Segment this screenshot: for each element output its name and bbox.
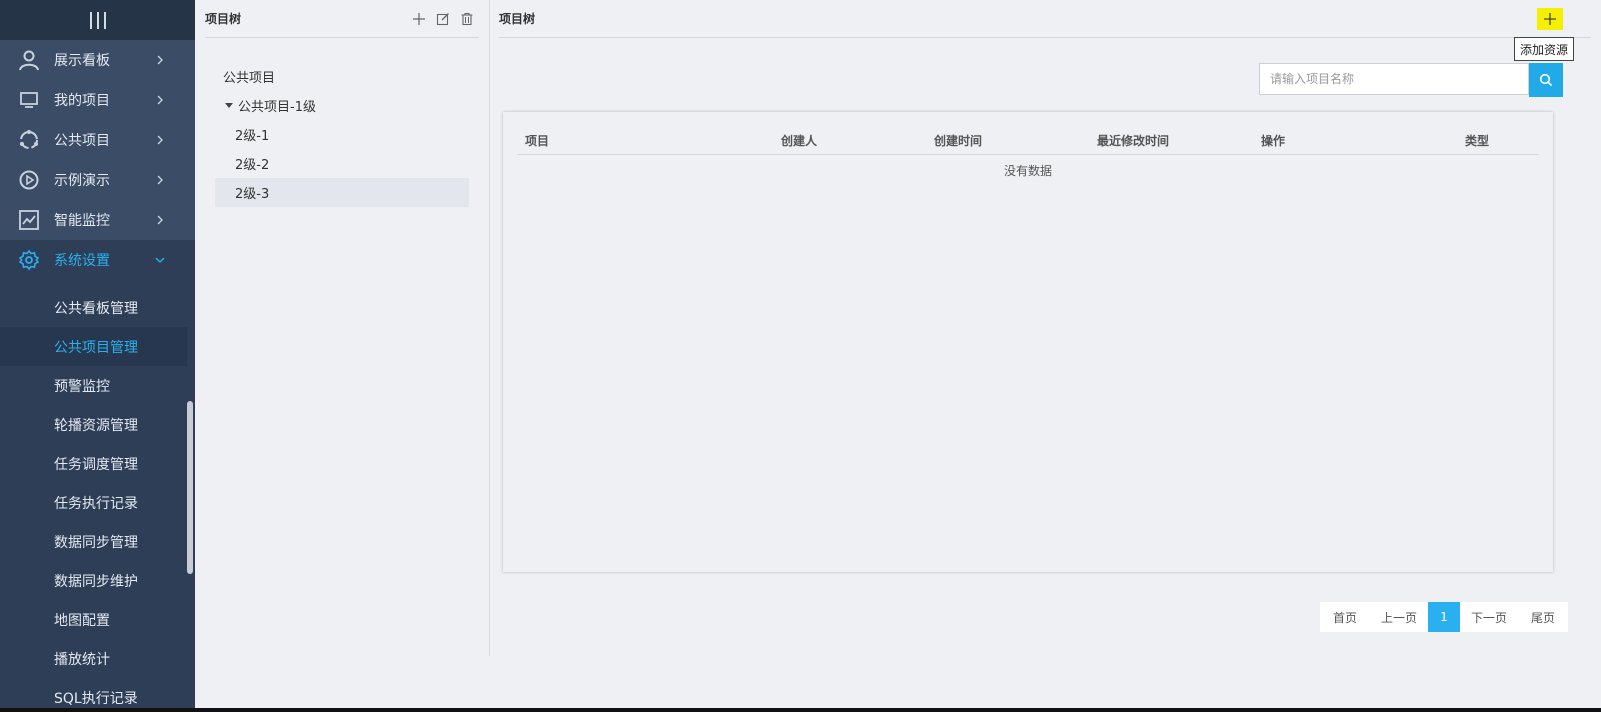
sidebar-item-public-projects[interactable]: 公共项目: [0, 120, 195, 160]
menu-bars-icon: [89, 11, 106, 29]
delete-node-icon[interactable]: [459, 11, 475, 27]
column-header-modified-time[interactable]: 最近修改时间: [1097, 126, 1169, 154]
column-header-created-time[interactable]: 创建时间: [934, 126, 982, 154]
current-page-button[interactable]: 1: [1428, 602, 1460, 632]
column-header-type[interactable]: 类型: [1465, 126, 1489, 154]
first-page-button[interactable]: 首页: [1320, 602, 1370, 632]
line-chart-icon: [16, 207, 42, 233]
search-button[interactable]: [1529, 63, 1563, 97]
submenu-item-active[interactable]: 公共项目管理: [0, 327, 187, 366]
sidebar-item-demos[interactable]: 示例演示: [0, 160, 195, 200]
chevron-right-icon: [152, 92, 168, 108]
next-page-button[interactable]: 下一页: [1460, 602, 1518, 632]
plus-icon: [1544, 13, 1556, 25]
submenu-item[interactable]: 轮播资源管理: [0, 405, 187, 444]
submenu-item[interactable]: 预警监控: [0, 366, 187, 405]
sidebar-item-label: 智能监控: [54, 213, 110, 229]
chevron-right-icon: [152, 132, 168, 148]
tree-node-level1[interactable]: 公共项目-1级: [215, 91, 469, 120]
project-search-input[interactable]: [1259, 63, 1529, 95]
edit-node-icon[interactable]: [435, 11, 451, 27]
tree-node-level2[interactable]: 2级-1: [215, 120, 469, 149]
tree-node-level2[interactable]: 2级-2: [215, 149, 469, 178]
project-table: 项目 创建人 创建时间 最近修改时间 操作 类型 没有数据: [503, 112, 1553, 572]
column-header-actions[interactable]: 操作: [1261, 126, 1285, 154]
column-header-project[interactable]: 项目: [525, 126, 549, 154]
sidebar-item-label: 示例演示: [54, 173, 110, 189]
sidebar-item-system-settings[interactable]: 系统设置: [0, 240, 195, 280]
search-icon: [1539, 73, 1553, 87]
sidebar-item-my-projects[interactable]: 我的项目: [0, 80, 195, 120]
tree-actions: [411, 11, 475, 27]
window-bottom-edge: [0, 708, 1601, 712]
table-header: 项目 创建人 创建时间 最近修改时间 操作 类型: [517, 126, 1539, 155]
chevron-down-icon: [152, 252, 168, 268]
pagination: 首页 上一页 1 下一页 尾页: [1320, 602, 1568, 632]
main-title: 项目树: [499, 12, 536, 26]
play-circle-icon: [16, 167, 42, 193]
submenu-item[interactable]: 数据同步维护: [0, 561, 187, 600]
submenu-item[interactable]: 公共看板管理: [0, 288, 187, 327]
chevron-right-icon: [152, 52, 168, 68]
chevron-right-icon: [152, 172, 168, 188]
sidebar-item-dashboard[interactable]: 展示看板: [0, 40, 195, 80]
main-content: 项目树 添加资源 项目 创建人 创建时间 最近修改时间 操作 类型 没有数据 首…: [489, 0, 1601, 708]
submenu-item[interactable]: SQL执行记录: [0, 678, 187, 712]
monitor-icon: [16, 87, 42, 113]
tree-node-level2-selected[interactable]: 2级-3: [215, 178, 469, 207]
add-node-icon[interactable]: [411, 11, 427, 27]
main-header: 项目树 添加资源: [499, 0, 1591, 61]
project-tree: 公共项目 公共项目-1级 2级-1 2级-2 2级-3: [195, 38, 489, 207]
chevron-right-icon: [152, 212, 168, 228]
submenu-item[interactable]: 任务执行记录: [0, 483, 187, 522]
tree-node-root[interactable]: 公共项目: [215, 62, 469, 91]
last-page-button[interactable]: 尾页: [1518, 602, 1568, 632]
search-bar: [1259, 63, 1563, 97]
sidebar-item-label: 系统设置: [54, 253, 110, 269]
prev-page-button[interactable]: 上一页: [1370, 602, 1428, 632]
sidebar-menu: 展示看板 我的项目 公共项目 示例演示 智能监控 系统设置: [0, 40, 195, 280]
gear-icon: [16, 247, 42, 273]
tree-node-label: 公共项目-1级: [238, 100, 316, 115]
sidebar-item-label: 公共项目: [54, 133, 110, 149]
submenu-item[interactable]: 地图配置: [0, 600, 187, 639]
sidebar-item-label: 展示看板: [54, 53, 110, 69]
sidebar-collapse-toggle[interactable]: [0, 0, 195, 40]
add-resource-button[interactable]: [1537, 8, 1563, 30]
tree-panel-title: 项目树: [205, 12, 242, 26]
sidebar: 展示看板 我的项目 公共项目 示例演示 智能监控 系统设置 公共看板管理 公共项…: [0, 0, 195, 712]
empty-table-message: 没有数据: [1003, 164, 1052, 178]
submenu-item[interactable]: 数据同步管理: [0, 522, 187, 561]
sidebar-scrollbar[interactable]: [187, 401, 193, 574]
add-resource-tooltip: 添加资源: [1514, 37, 1575, 61]
caret-down-icon[interactable]: [225, 103, 233, 108]
circle-dots-icon: [16, 127, 42, 153]
user-icon: [16, 47, 42, 73]
column-header-creator[interactable]: 创建人: [781, 126, 817, 154]
project-tree-panel: 项目树 公共项目 公共项目-1级 2级-1 2级-2 2级-3: [195, 0, 490, 656]
sidebar-item-monitoring[interactable]: 智能监控: [0, 200, 195, 240]
submenu-item[interactable]: 播放统计: [0, 639, 187, 678]
system-settings-submenu: 公共看板管理 公共项目管理 预警监控 轮播资源管理 任务调度管理 任务执行记录 …: [0, 280, 195, 712]
sidebar-item-label: 我的项目: [54, 93, 110, 109]
submenu-item[interactable]: 任务调度管理: [0, 444, 187, 483]
tree-panel-header: 项目树: [205, 0, 479, 38]
